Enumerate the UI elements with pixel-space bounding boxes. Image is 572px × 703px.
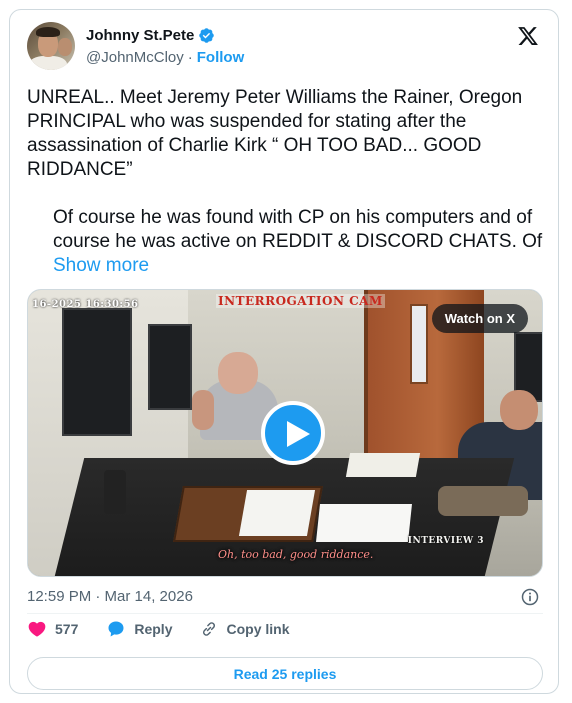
- watch-on-x-button[interactable]: Watch on X: [431, 304, 528, 333]
- video-person-1-arm: [192, 390, 214, 430]
- action-bar: 577 Reply Copy link: [27, 619, 290, 639]
- author-display-name[interactable]: Johnny St.Pete: [86, 27, 194, 44]
- info-icon[interactable]: [520, 587, 540, 607]
- heart-icon: [28, 621, 46, 637]
- reply-button[interactable]: Reply: [106, 619, 172, 639]
- video-person-2-leg: [438, 486, 528, 516]
- video-paper-1: [238, 490, 316, 536]
- tweet-card: Johnny St.Pete @JohnMcCloy · Follow UNRE…: [9, 9, 559, 694]
- like-count: 577: [55, 621, 79, 637]
- author-handle-row: @JohnMcCloy · Follow: [86, 49, 244, 66]
- video-wall-panel-1: [62, 308, 132, 436]
- play-button[interactable]: [261, 401, 325, 465]
- copy-link-button[interactable]: Copy link: [200, 620, 290, 638]
- link-icon: [203, 622, 216, 636]
- video-person-1-head: [218, 352, 258, 394]
- tweet-timestamp[interactable]: 12:59 PM · Mar 14, 2026: [27, 588, 193, 605]
- video-paper-2: [316, 504, 412, 542]
- author-name-row: Johnny St.Pete: [86, 27, 215, 44]
- video-overlay-caption: Oh, too bad, good riddance.: [218, 548, 374, 561]
- copy-link-label: Copy link: [226, 621, 290, 637]
- video-person-2-head: [500, 390, 538, 430]
- tweet-text: UNREAL.. Meet Jeremy Peter Williams the …: [27, 86, 547, 278]
- x-logo-icon[interactable]: [517, 25, 539, 47]
- avatar-shirt: [29, 56, 67, 70]
- video-wall-panel-2: [148, 324, 192, 410]
- tweet-paragraph-2-text: Of course he was found with CP on his co…: [53, 207, 543, 252]
- video-overlay-timestamp: 16-2025 16:30:56: [32, 299, 139, 310]
- speech-bubble-icon: [108, 621, 124, 637]
- video-player[interactable]: 16-2025 16:30:56 INTERROGATION CAM INTER…: [27, 289, 543, 577]
- play-icon: [287, 421, 310, 447]
- video-paper-3: [345, 453, 421, 477]
- show-more-link[interactable]: Show more: [53, 255, 149, 276]
- follow-button[interactable]: Follow: [197, 49, 245, 66]
- video-overlay-title: INTERROGATION CAM: [216, 294, 385, 308]
- video-door-window: [410, 304, 428, 384]
- read-replies-button[interactable]: Read 25 replies: [27, 657, 543, 690]
- divider: [27, 613, 543, 614]
- tweet-paragraph-1: UNREAL.. Meet Jeremy Peter Williams the …: [27, 87, 523, 180]
- reply-label: Reply: [134, 621, 173, 637]
- handle-separator: ·: [187, 49, 193, 66]
- author-handle[interactable]: @JohnMcCloy: [86, 49, 184, 66]
- video-chair: [104, 470, 126, 514]
- like-button[interactable]: 577: [27, 619, 78, 639]
- video-overlay-interview: INTERVIEW 3: [407, 536, 484, 546]
- avatar-hair: [36, 27, 60, 37]
- avatar-second-person: [58, 38, 72, 56]
- verified-badge-icon: [199, 28, 215, 43]
- tweet-paragraph-2: Of course he was found with CP on his co…: [27, 206, 547, 278]
- avatar[interactable]: [27, 22, 75, 70]
